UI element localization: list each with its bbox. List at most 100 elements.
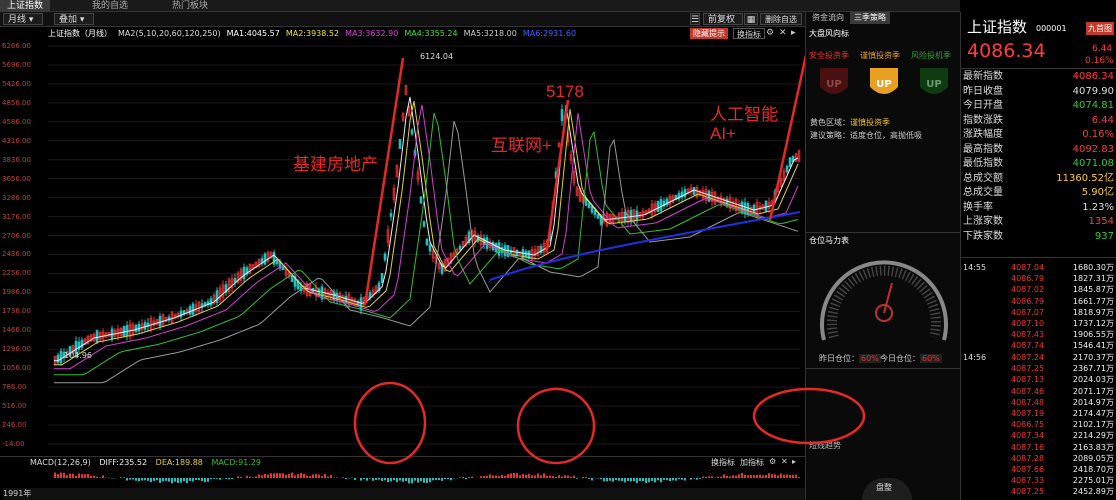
- rehab-label: 前复权: [708, 15, 736, 25]
- macd-bar: [666, 478, 668, 481]
- macd-bar: [444, 478, 446, 480]
- strategy-text: 建议策略：适度仓位，高抛低吸: [810, 131, 922, 140]
- tick-price: 4087.46: [1011, 386, 1045, 396]
- close-icon[interactable]: ✕: [779, 28, 787, 38]
- tick-volume: 2170.37万: [1072, 353, 1114, 362]
- switch-indicator-button[interactable]: 换指标: [733, 28, 765, 39]
- macd-bar: [186, 478, 188, 483]
- macd-bar: [279, 473, 281, 478]
- price-tick: 1466.00: [2, 326, 31, 335]
- tick-price: 4087.19: [1011, 409, 1045, 418]
- macd-bar: [180, 478, 182, 483]
- rehab-select[interactable]: 前复权▾: [703, 13, 743, 37]
- collapse-icon[interactable]: ▸: [791, 28, 796, 38]
- quote-row: 最新指数 4086.34: [963, 70, 1116, 83]
- macd-bar: [240, 476, 242, 478]
- macd-bar: [555, 476, 557, 478]
- macd-collapse-icon[interactable]: ▸: [792, 457, 796, 466]
- price-tick: 2706.00: [2, 231, 31, 240]
- macd-bar: [501, 474, 503, 478]
- macd-bar: [87, 473, 89, 478]
- macd-bar: [549, 475, 551, 478]
- macd-bar: [207, 478, 209, 482]
- macd-bar: [291, 472, 293, 478]
- macd-bar: [540, 475, 542, 478]
- macd-bar: [636, 478, 638, 484]
- candle-body: [56, 354, 60, 363]
- macd-bar: [387, 478, 389, 483]
- macd-bar: [618, 478, 620, 481]
- macd-bar: [672, 478, 674, 481]
- tick-row: 4087.10 1737.12万: [963, 318, 1116, 329]
- macd-close-icon[interactable]: ✕: [781, 457, 788, 466]
- quote-row: 涨跌幅度 0.16%: [963, 128, 1116, 141]
- quote-row-label: 最低指数: [963, 158, 1003, 169]
- overlay-select[interactable]: 叠加 ▾: [54, 13, 94, 25]
- yesterday-label: 昨日仓位：: [819, 354, 859, 363]
- tick-price: 4087.74: [1011, 341, 1045, 351]
- macd-bar: [678, 478, 680, 480]
- candle-body: [281, 266, 285, 271]
- tab-watchlist[interactable]: 我的自选: [80, 0, 140, 12]
- tab-money-flow[interactable]: 资金流向: [808, 12, 848, 24]
- macd-bar: [414, 478, 416, 481]
- macd-bar: [72, 473, 74, 478]
- macd-bar: [309, 475, 311, 478]
- price-tick: 1986.00: [2, 288, 31, 297]
- macd-bar: [204, 478, 206, 483]
- tab-shanghai-index[interactable]: 上证指数: [0, 0, 50, 12]
- macd-bar: [210, 478, 212, 480]
- macd-bar: [378, 478, 380, 480]
- menu-icon[interactable]: ☰: [690, 13, 700, 25]
- panel-divider: [806, 232, 960, 233]
- macd-bar: [396, 478, 398, 483]
- quote-row: 换手率 1.23%: [963, 201, 1116, 214]
- quote-price: 4086.34: [967, 40, 1046, 62]
- macd-bar: [261, 475, 263, 478]
- tick-row: 14:56 4087.24 2170.37万: [963, 352, 1116, 363]
- macd-bar: [135, 478, 137, 481]
- tick-volume: 1546.41万: [1072, 341, 1114, 351]
- candle-body: [143, 322, 147, 330]
- macd-bar: [696, 478, 698, 480]
- macd-bar: [774, 474, 776, 478]
- quote-row-label: 指数涨跌: [963, 114, 1003, 126]
- tab-hot-sectors[interactable]: 热门板块: [160, 0, 220, 12]
- tab-quarter-strategy[interactable]: 三季策略: [850, 12, 890, 24]
- macd-bar: [450, 478, 452, 481]
- macd-bar: [465, 478, 467, 480]
- remove-watchlist-button[interactable]: 删除自选: [760, 13, 802, 25]
- macd-bar: [537, 473, 539, 478]
- macd-bar: [75, 475, 77, 478]
- macd-bar: [267, 474, 269, 478]
- macd-bar: [120, 477, 122, 478]
- macd-bar: [354, 478, 356, 481]
- macd-bar: [189, 478, 191, 481]
- quote-row-label: 涨跌幅度: [963, 129, 1003, 140]
- blue-trendline: [489, 211, 801, 281]
- candle-body: [659, 199, 663, 211]
- macd-chart: [54, 472, 800, 484]
- macd-gear-icon[interactable]: ⚙: [769, 457, 776, 466]
- stats-icon[interactable]: ▦: [744, 13, 758, 25]
- macd-bar: [759, 474, 761, 478]
- jiushou-badge[interactable]: 九首图: [1086, 22, 1114, 35]
- macd-bar: [195, 478, 197, 481]
- macd-bar: [753, 475, 755, 478]
- quote-change-pct: 0.16%: [1085, 56, 1114, 66]
- candle-body: [134, 325, 138, 332]
- macd-bar: [228, 478, 230, 480]
- gear-icon[interactable]: ⚙: [766, 28, 774, 38]
- macd-bar: [705, 476, 707, 478]
- macd-bar: [792, 474, 794, 478]
- macd-bar: [699, 478, 701, 479]
- macd-bar: [768, 473, 770, 478]
- macd-switch-button[interactable]: 换指标: [708, 457, 738, 468]
- macd-bar: [582, 476, 584, 478]
- hide-tips-button[interactable]: 隐藏提示: [690, 28, 728, 39]
- candle-body: [137, 323, 141, 332]
- candle-body: [764, 200, 768, 213]
- macd-bar: [468, 476, 470, 478]
- macd-add-button[interactable]: 加指标: [737, 457, 767, 468]
- period-select[interactable]: 月线 ▾: [3, 13, 43, 25]
